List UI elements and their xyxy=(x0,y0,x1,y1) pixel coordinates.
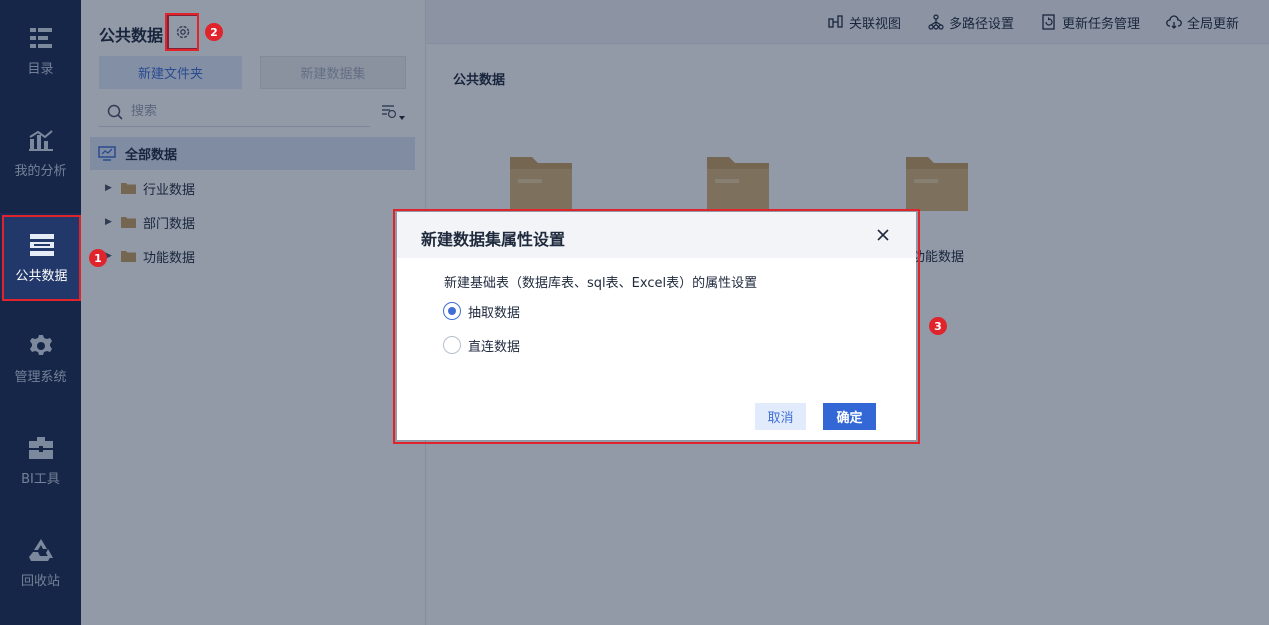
highlight-public-data xyxy=(2,215,81,301)
radio-extract[interactable] xyxy=(443,302,461,320)
option-direct-connect[interactable]: 直连数据 xyxy=(443,335,520,355)
confirm-button[interactable]: 确定 xyxy=(823,403,876,430)
option-label: 直连数据 xyxy=(468,339,521,355)
option-label: 抽取数据 xyxy=(468,305,521,321)
radio-direct[interactable] xyxy=(443,336,461,354)
dialog-title: 新建数据集属性设置 xyxy=(421,230,566,249)
option-extract-data[interactable]: 抽取数据 xyxy=(443,301,520,321)
dialog-header: 新建数据集属性设置 xyxy=(397,212,916,258)
close-button[interactable] xyxy=(873,225,893,245)
cancel-button[interactable]: 取消 xyxy=(755,403,806,430)
highlight-settings xyxy=(165,13,199,51)
close-icon xyxy=(877,229,889,241)
annotation-badge-1: 1 xyxy=(89,249,107,267)
annotation-badge-2: 2 xyxy=(205,23,223,41)
dataset-property-dialog: 新建数据集属性设置 新建基础表（数据库表、sql表、Excel表）的属性设置 抽… xyxy=(397,212,916,440)
annotation-badge-3: 3 xyxy=(929,317,947,335)
dialog-description: 新建基础表（数据库表、sql表、Excel表）的属性设置 xyxy=(444,276,758,291)
